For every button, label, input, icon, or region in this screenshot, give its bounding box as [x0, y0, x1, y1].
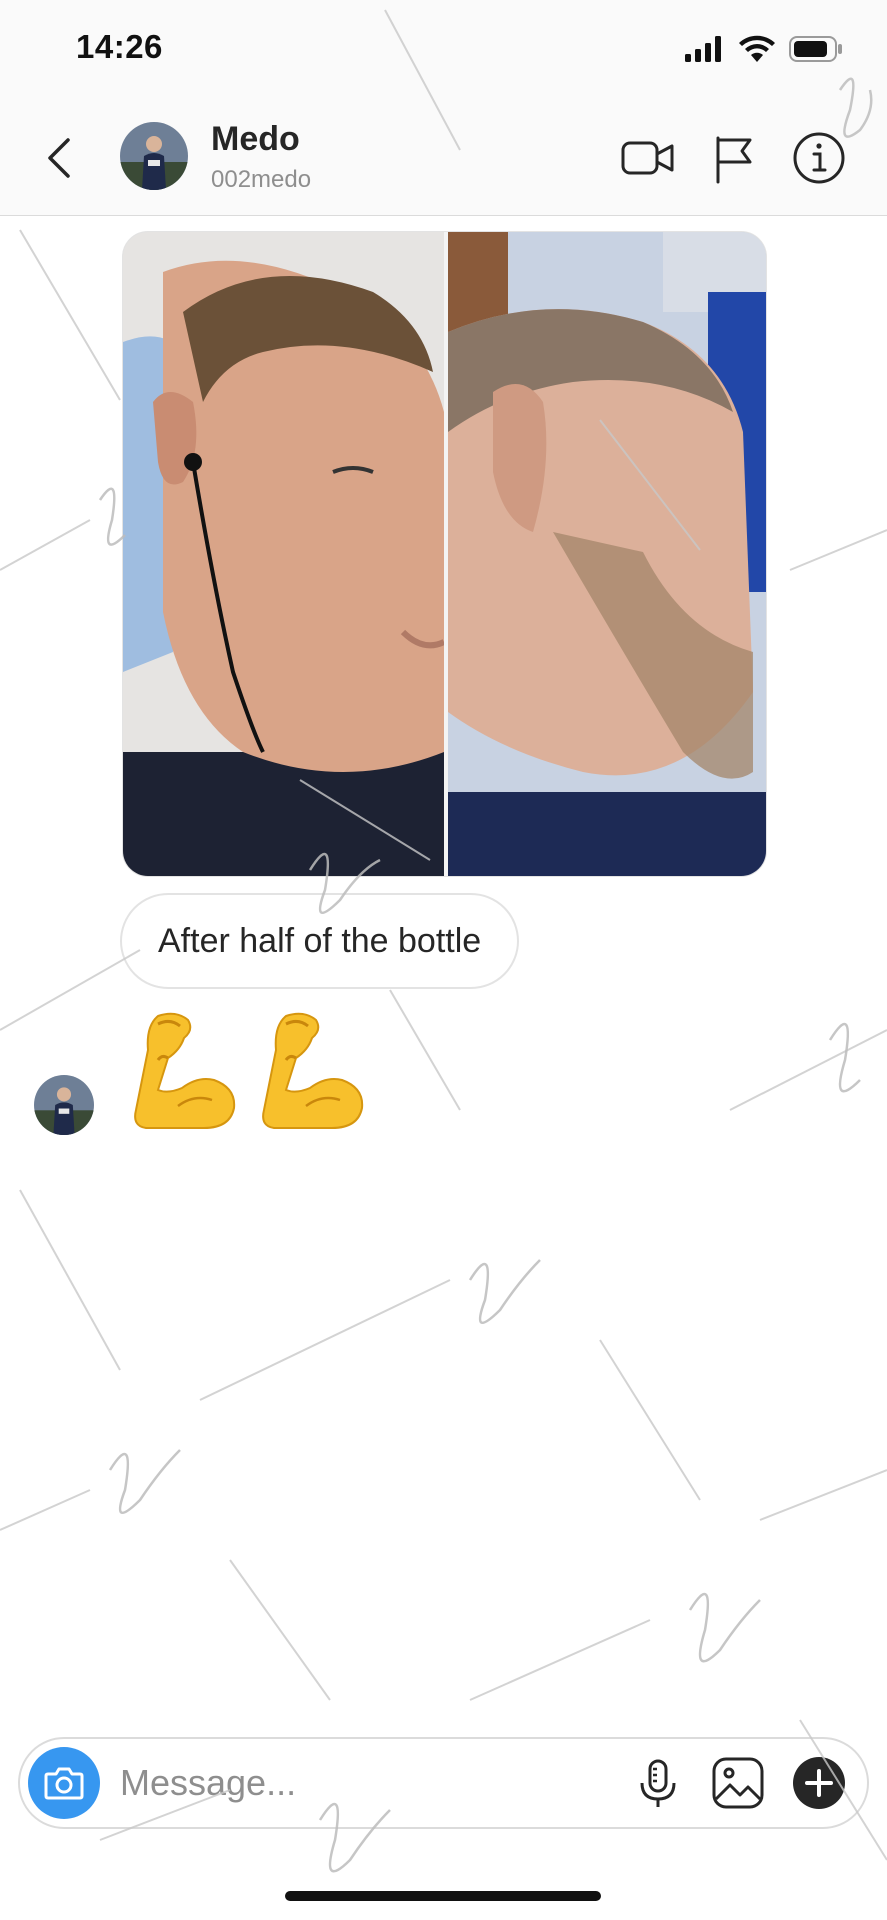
wifi-icon	[739, 35, 775, 62]
gallery-icon	[712, 1757, 764, 1809]
camera-icon	[44, 1767, 84, 1800]
emoji-message[interactable]	[128, 1010, 366, 1140]
status-time: 14:26	[76, 28, 163, 65]
contact-username[interactable]: 002medo	[211, 166, 311, 194]
status-icons	[685, 34, 843, 64]
back-chevron-icon	[48, 138, 70, 178]
message-composer	[18, 1737, 869, 1829]
battery-icon	[789, 36, 842, 62]
chat-header: Medo 002medo	[0, 100, 887, 216]
microphone-icon	[640, 1759, 676, 1807]
camera-button[interactable]	[28, 1747, 100, 1819]
status-bar: 14:26	[0, 0, 887, 100]
avatar-photo	[120, 122, 188, 190]
before-after-photo	[123, 232, 766, 876]
video-call-icon	[621, 141, 674, 175]
home-indicator	[285, 1891, 601, 1901]
plus-icon	[793, 1757, 845, 1809]
cellular-signal-icon	[685, 36, 721, 62]
flexed-biceps-icon	[262, 1012, 364, 1129]
back-button[interactable]	[40, 134, 80, 182]
flexed-biceps-icon	[134, 1012, 236, 1129]
voice-message-button[interactable]	[630, 1755, 686, 1811]
info-icon	[793, 132, 845, 184]
sender-avatar[interactable]	[34, 1075, 94, 1135]
flag-icon	[716, 136, 752, 184]
text-message-bubble[interactable]: After half of the bottle	[120, 893, 520, 989]
info-button[interactable]	[791, 130, 847, 186]
contact-name[interactable]: Medo	[211, 120, 300, 159]
avatar[interactable]	[120, 122, 188, 190]
photo-message[interactable]	[122, 231, 767, 877]
video-call-button[interactable]	[620, 130, 676, 186]
message-input[interactable]	[120, 1753, 600, 1813]
more-options-button[interactable]	[791, 1755, 847, 1811]
gallery-button[interactable]	[710, 1755, 766, 1811]
report-button[interactable]	[706, 130, 762, 186]
avatar-photo	[34, 1075, 94, 1135]
